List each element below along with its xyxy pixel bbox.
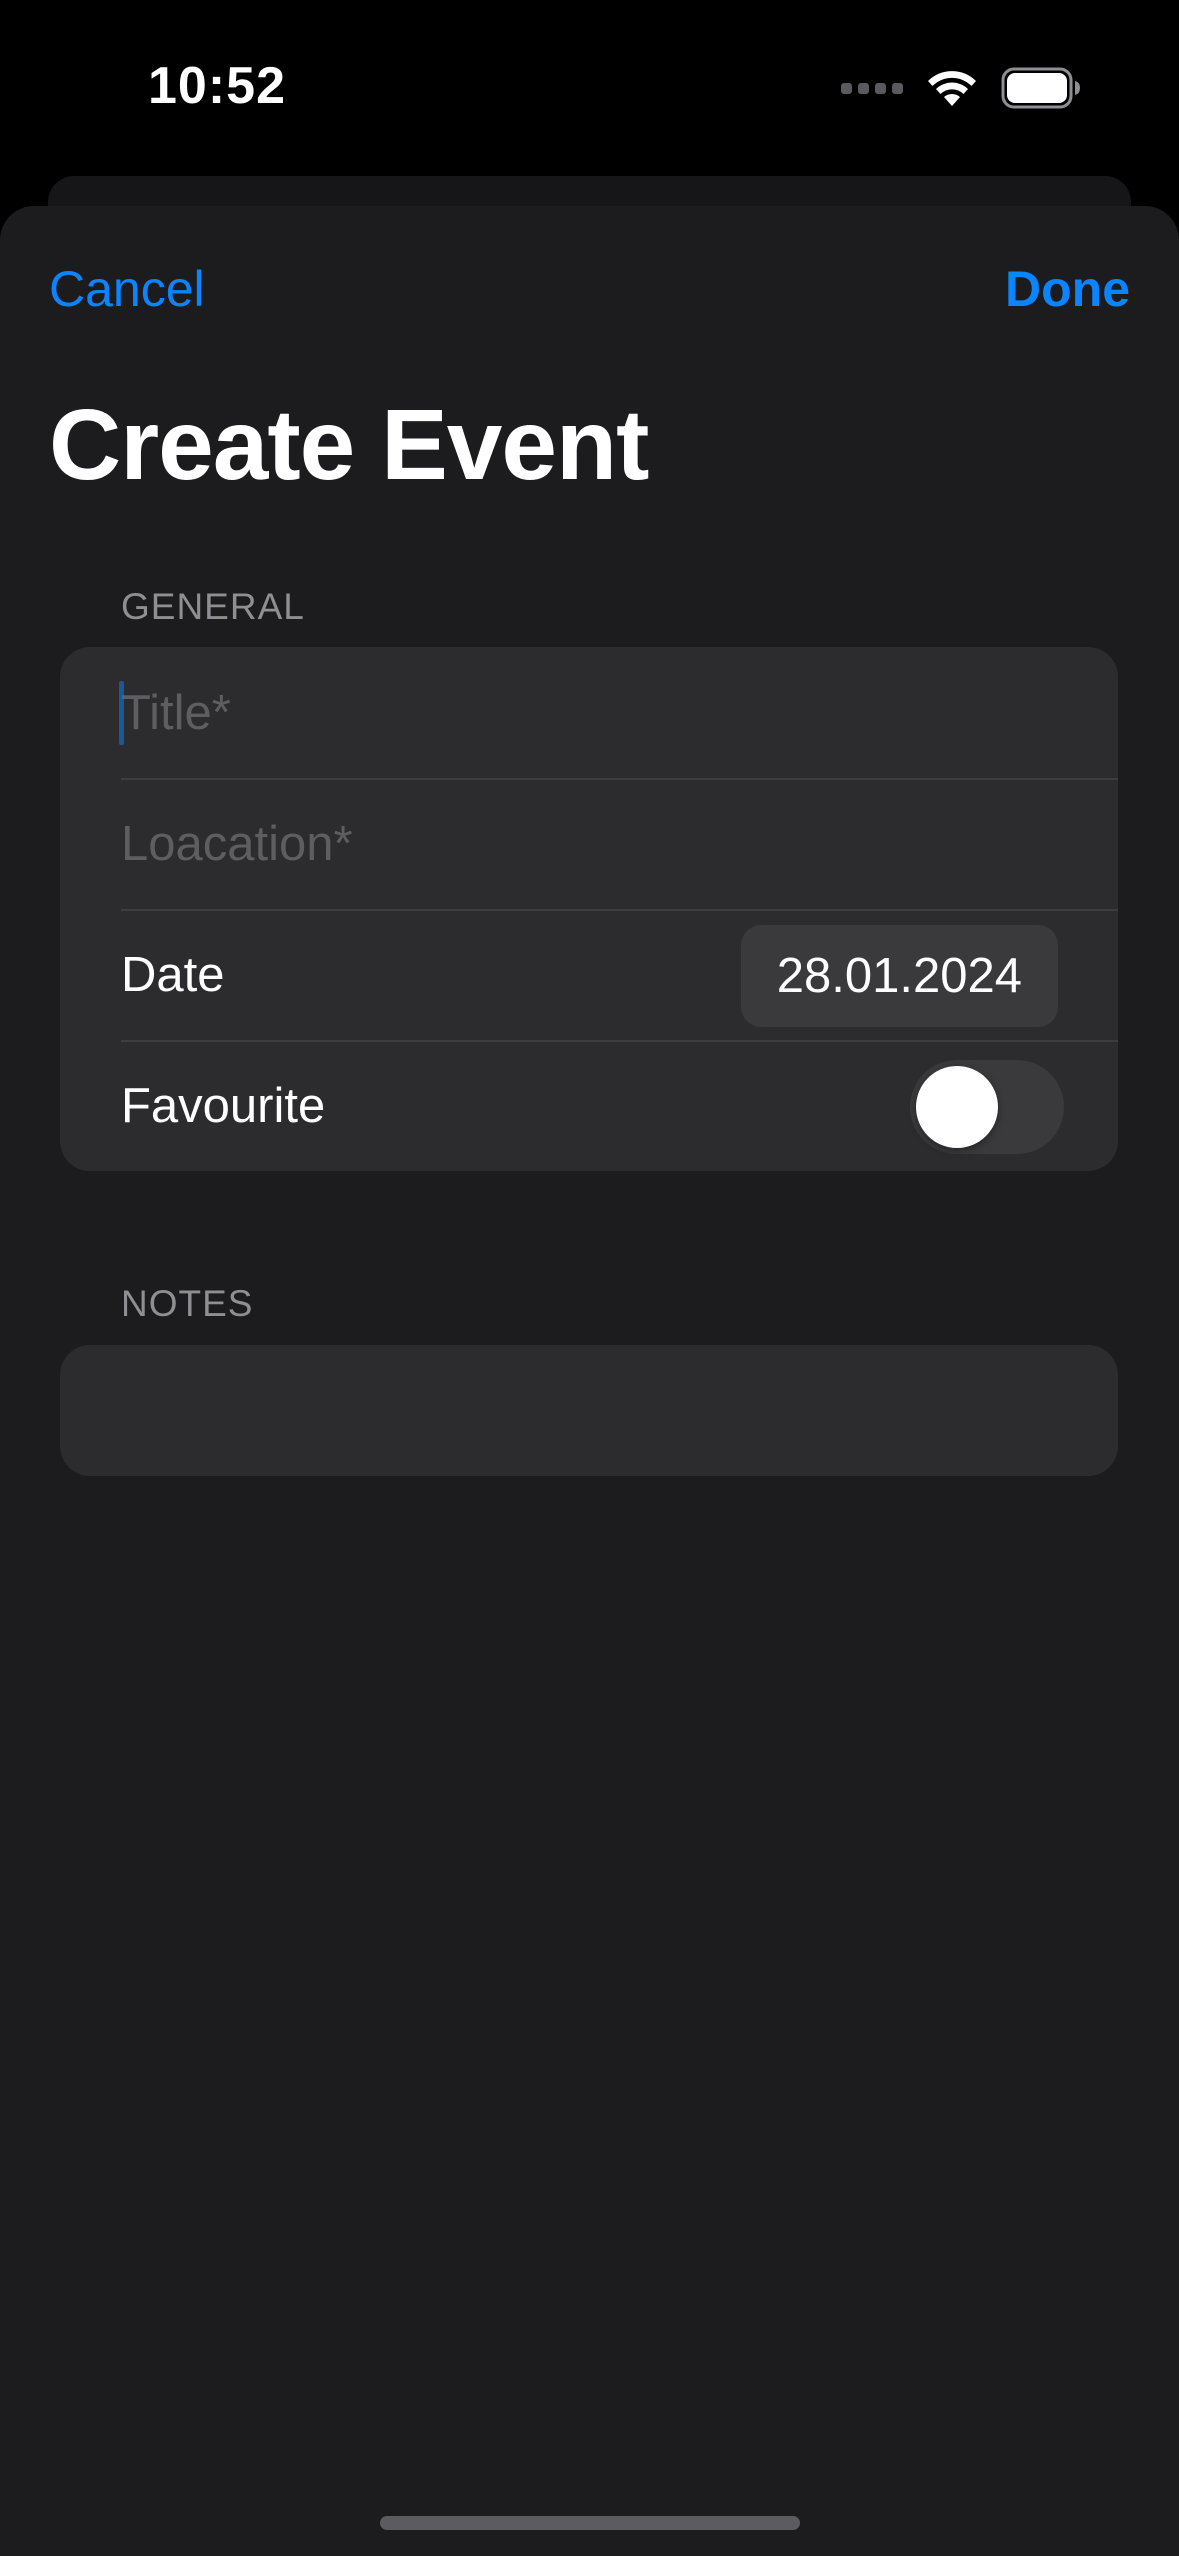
done-button[interactable]: Done [1005, 260, 1130, 318]
favourite-label: Favourite [121, 1078, 326, 1133]
battery-icon [1001, 67, 1080, 109]
screen: 10:52 Cancel Done Create Event GENERAL T… [0, 0, 1179, 2556]
text-cursor [119, 681, 124, 745]
notes-card [60, 1345, 1118, 1476]
status-time: 10:52 [148, 57, 286, 115]
date-picker-button[interactable]: 28.01.2024 [740, 925, 1058, 1027]
wifi-icon [928, 71, 976, 106]
date-label: Date [121, 947, 225, 1002]
status-icons [841, 66, 1081, 110]
page-title: Create Event [49, 389, 649, 501]
title-row [60, 647, 1118, 778]
location-row [60, 778, 1118, 909]
notes-section-header: NOTES [121, 1283, 254, 1324]
location-input[interactable] [121, 815, 1021, 872]
general-section-header: GENERAL [121, 586, 305, 627]
favourite-row: Favourite [60, 1040, 1118, 1171]
home-indicator[interactable] [380, 2516, 800, 2530]
date-row: Date 28.01.2024 [60, 909, 1118, 1040]
general-card: Date 28.01.2024 Favourite [60, 647, 1118, 1171]
title-input[interactable] [121, 684, 1021, 741]
favourite-toggle[interactable] [910, 1060, 1064, 1154]
toggle-knob [916, 1066, 998, 1148]
cellular-signal-icon [841, 82, 903, 94]
cancel-button[interactable]: Cancel [49, 260, 205, 318]
notes-textarea[interactable] [60, 1345, 1118, 1476]
